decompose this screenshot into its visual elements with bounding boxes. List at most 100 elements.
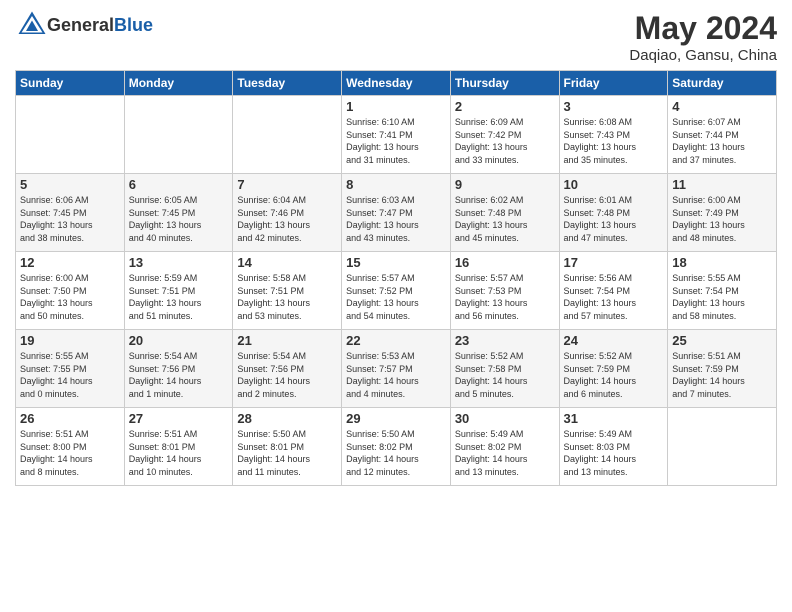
location: Daqiao, Gansu, China bbox=[629, 47, 777, 64]
col-sunday: Sunday bbox=[16, 71, 125, 96]
day-number: 25 bbox=[672, 333, 772, 348]
calendar-cell: 13 Sunrise: 5:59 AM Sunset: 7:51 PM Dayli… bbox=[124, 252, 233, 330]
calendar-cell: 20 Sunrise: 5:54 AM Sunset: 7:56 PM Dayli… bbox=[124, 330, 233, 408]
day-info: Sunrise: 6:05 AM Sunset: 7:45 PM Dayligh… bbox=[129, 194, 229, 244]
day-info: Sunrise: 6:01 AM Sunset: 7:48 PM Dayligh… bbox=[564, 194, 664, 244]
calendar-cell bbox=[233, 96, 342, 174]
calendar-cell: 14 Sunrise: 5:58 AM Sunset: 7:51 PM Dayli… bbox=[233, 252, 342, 330]
day-number: 14 bbox=[237, 255, 337, 270]
calendar-cell: 4 Sunrise: 6:07 AM Sunset: 7:44 PM Daylig… bbox=[668, 96, 777, 174]
day-info: Sunrise: 6:03 AM Sunset: 7:47 PM Dayligh… bbox=[346, 194, 446, 244]
calendar-cell: 9 Sunrise: 6:02 AM Sunset: 7:48 PM Daylig… bbox=[450, 174, 559, 252]
logo-icon bbox=[17, 10, 47, 40]
day-info: Sunrise: 5:49 AM Sunset: 8:03 PM Dayligh… bbox=[564, 428, 664, 478]
calendar-header-row: Sunday Monday Tuesday Wednesday Thursday… bbox=[16, 71, 777, 96]
day-info: Sunrise: 5:50 AM Sunset: 8:01 PM Dayligh… bbox=[237, 428, 337, 478]
logo: GeneralBlue bbox=[15, 10, 153, 40]
day-info: Sunrise: 6:09 AM Sunset: 7:42 PM Dayligh… bbox=[455, 116, 555, 166]
calendar-cell bbox=[16, 96, 125, 174]
logo-blue: Blue bbox=[114, 15, 153, 35]
calendar-cell: 18Sunrise: 5:55 AM Sunset: 7:54 PM Dayli… bbox=[668, 252, 777, 330]
calendar-cell: 24 Sunrise: 5:52 AM Sunset: 7:59 PM Dayli… bbox=[559, 330, 668, 408]
day-number: 30 bbox=[455, 411, 555, 426]
day-info: Sunrise: 6:08 AM Sunset: 7:43 PM Dayligh… bbox=[564, 116, 664, 166]
day-info: Sunrise: 5:55 AM Sunset: 7:55 PM Dayligh… bbox=[20, 350, 120, 400]
day-number: 24 bbox=[564, 333, 664, 348]
day-number: 23 bbox=[455, 333, 555, 348]
day-number: 7 bbox=[237, 177, 337, 192]
day-number: 20 bbox=[129, 333, 229, 348]
calendar-cell: 12 Sunrise: 6:00 AM Sunset: 7:50 PM Dayli… bbox=[16, 252, 125, 330]
calendar-week-3: 12 Sunrise: 6:00 AM Sunset: 7:50 PM Dayli… bbox=[16, 252, 777, 330]
col-saturday: Saturday bbox=[668, 71, 777, 96]
calendar-cell: 31 Sunrise: 5:49 AM Sunset: 8:03 PM Dayli… bbox=[559, 408, 668, 486]
calendar-cell: 5 Sunrise: 6:06 AM Sunset: 7:45 PM Daylig… bbox=[16, 174, 125, 252]
calendar-cell: 10 Sunrise: 6:01 AM Sunset: 7:48 PM Dayli… bbox=[559, 174, 668, 252]
col-friday: Friday bbox=[559, 71, 668, 96]
calendar-week-1: 1 Sunrise: 6:10 AM Sunset: 7:41 PM Daylig… bbox=[16, 96, 777, 174]
day-info: Sunrise: 5:50 AM Sunset: 8:02 PM Dayligh… bbox=[346, 428, 446, 478]
calendar-week-2: 5 Sunrise: 6:06 AM Sunset: 7:45 PM Daylig… bbox=[16, 174, 777, 252]
day-number: 10 bbox=[564, 177, 664, 192]
day-number: 3 bbox=[564, 99, 664, 114]
calendar-cell: 30Sunrise: 5:49 AM Sunset: 8:02 PM Dayli… bbox=[450, 408, 559, 486]
day-number: 15 bbox=[346, 255, 446, 270]
calendar-cell: 15Sunrise: 5:57 AM Sunset: 7:52 PM Dayli… bbox=[342, 252, 451, 330]
title-block: May 2024 Daqiao, Gansu, China bbox=[629, 10, 777, 64]
logo-text: GeneralBlue bbox=[47, 15, 153, 36]
day-info: Sunrise: 6:10 AM Sunset: 7:41 PM Dayligh… bbox=[346, 116, 446, 166]
calendar: Sunday Monday Tuesday Wednesday Thursday… bbox=[15, 70, 777, 486]
day-number: 27 bbox=[129, 411, 229, 426]
day-number: 31 bbox=[564, 411, 664, 426]
day-info: Sunrise: 5:53 AM Sunset: 7:57 PM Dayligh… bbox=[346, 350, 446, 400]
day-info: Sunrise: 6:06 AM Sunset: 7:45 PM Dayligh… bbox=[20, 194, 120, 244]
col-monday: Monday bbox=[124, 71, 233, 96]
day-number: 2 bbox=[455, 99, 555, 114]
day-info: Sunrise: 6:07 AM Sunset: 7:44 PM Dayligh… bbox=[672, 116, 772, 166]
calendar-cell: 8Sunrise: 6:03 AM Sunset: 7:47 PM Daylig… bbox=[342, 174, 451, 252]
day-info: Sunrise: 5:54 AM Sunset: 7:56 PM Dayligh… bbox=[129, 350, 229, 400]
day-info: Sunrise: 5:56 AM Sunset: 7:54 PM Dayligh… bbox=[564, 272, 664, 322]
day-number: 21 bbox=[237, 333, 337, 348]
day-info: Sunrise: 6:00 AM Sunset: 7:49 PM Dayligh… bbox=[672, 194, 772, 244]
month-title: May 2024 bbox=[629, 10, 777, 47]
calendar-cell: 22 Sunrise: 5:53 AM Sunset: 7:57 PM Dayli… bbox=[342, 330, 451, 408]
day-number: 9 bbox=[455, 177, 555, 192]
day-number: 29 bbox=[346, 411, 446, 426]
day-number: 1 bbox=[346, 99, 446, 114]
calendar-cell: 27 Sunrise: 5:51 AM Sunset: 8:01 PM Dayli… bbox=[124, 408, 233, 486]
day-number: 13 bbox=[129, 255, 229, 270]
calendar-cell: 3 Sunrise: 6:08 AM Sunset: 7:43 PM Daylig… bbox=[559, 96, 668, 174]
col-thursday: Thursday bbox=[450, 71, 559, 96]
day-number: 17 bbox=[564, 255, 664, 270]
calendar-cell: 1 Sunrise: 6:10 AM Sunset: 7:41 PM Daylig… bbox=[342, 96, 451, 174]
header: GeneralBlue May 2024 Daqiao, Gansu, Chin… bbox=[15, 10, 777, 64]
day-number: 16 bbox=[455, 255, 555, 270]
day-info: Sunrise: 5:51 AM Sunset: 8:01 PM Dayligh… bbox=[129, 428, 229, 478]
day-info: Sunrise: 5:54 AM Sunset: 7:56 PM Dayligh… bbox=[237, 350, 337, 400]
day-info: Sunrise: 5:51 AM Sunset: 7:59 PM Dayligh… bbox=[672, 350, 772, 400]
day-info: Sunrise: 6:00 AM Sunset: 7:50 PM Dayligh… bbox=[20, 272, 120, 322]
day-number: 12 bbox=[20, 255, 120, 270]
day-number: 19 bbox=[20, 333, 120, 348]
day-info: Sunrise: 5:52 AM Sunset: 7:59 PM Dayligh… bbox=[564, 350, 664, 400]
calendar-cell: 25 Sunrise: 5:51 AM Sunset: 7:59 PM Dayli… bbox=[668, 330, 777, 408]
calendar-cell: 16Sunrise: 5:57 AM Sunset: 7:53 PM Dayli… bbox=[450, 252, 559, 330]
day-info: Sunrise: 5:51 AM Sunset: 8:00 PM Dayligh… bbox=[20, 428, 120, 478]
day-number: 11 bbox=[672, 177, 772, 192]
day-number: 22 bbox=[346, 333, 446, 348]
day-info: Sunrise: 5:52 AM Sunset: 7:58 PM Dayligh… bbox=[455, 350, 555, 400]
calendar-cell: 28Sunrise: 5:50 AM Sunset: 8:01 PM Dayli… bbox=[233, 408, 342, 486]
calendar-cell bbox=[668, 408, 777, 486]
page-container: GeneralBlue May 2024 Daqiao, Gansu, Chin… bbox=[0, 0, 792, 496]
day-info: Sunrise: 5:59 AM Sunset: 7:51 PM Dayligh… bbox=[129, 272, 229, 322]
day-info: Sunrise: 5:58 AM Sunset: 7:51 PM Dayligh… bbox=[237, 272, 337, 322]
calendar-cell: 21 Sunrise: 5:54 AM Sunset: 7:56 PM Dayli… bbox=[233, 330, 342, 408]
calendar-cell: 23 Sunrise: 5:52 AM Sunset: 7:58 PM Dayli… bbox=[450, 330, 559, 408]
day-number: 5 bbox=[20, 177, 120, 192]
calendar-cell: 29 Sunrise: 5:50 AM Sunset: 8:02 PM Dayli… bbox=[342, 408, 451, 486]
day-info: Sunrise: 6:02 AM Sunset: 7:48 PM Dayligh… bbox=[455, 194, 555, 244]
calendar-cell: 11 Sunrise: 6:00 AM Sunset: 7:49 PM Dayli… bbox=[668, 174, 777, 252]
calendar-cell: 7Sunrise: 6:04 AM Sunset: 7:46 PM Daylig… bbox=[233, 174, 342, 252]
day-number: 4 bbox=[672, 99, 772, 114]
